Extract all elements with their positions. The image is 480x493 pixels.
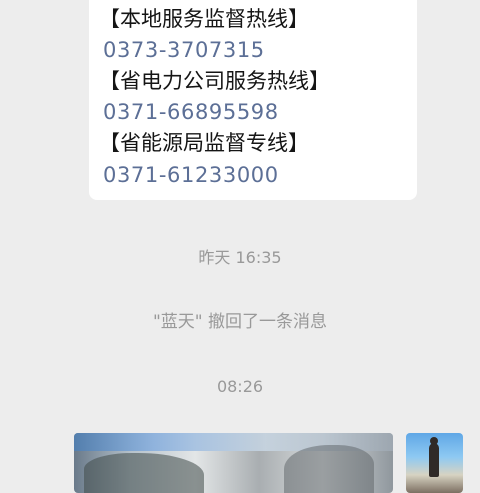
timestamp-divider: 08:26 (216, 377, 264, 396)
image-message-thumbnail-small[interactable] (406, 433, 463, 493)
local-service-hotline-number[interactable]: 0373-3707315 (103, 35, 265, 65)
thumbnail-shape (84, 453, 204, 493)
message-bubble-hotlines[interactable]: 【本地服务监督热线】 0373-3707315 【省电力公司服务热线】 0371… (89, 0, 417, 200)
timestamp-divider: 昨天 16:35 (198, 248, 282, 267)
local-service-hotline-heading: 【本地服务监督热线】 (99, 7, 309, 31)
power-company-hotline-heading: 【省电力公司服务热线】 (99, 69, 330, 93)
recall-notice: "蓝天" 撤回了一条消息 (152, 312, 328, 332)
power-company-hotline-number[interactable]: 0371-66895598 (103, 97, 279, 127)
energy-bureau-hotline-heading: 【省能源局监督专线】 (99, 131, 309, 155)
thumbnail-shape (284, 445, 374, 493)
chat-message-list[interactable]: 【本地服务监督热线】 0373-3707315 【省电力公司服务热线】 0371… (0, 0, 480, 493)
image-message-thumbnail[interactable] (74, 433, 393, 493)
thumbnail-figure (429, 443, 439, 477)
energy-bureau-hotline-number[interactable]: 0371-61233000 (103, 160, 279, 190)
